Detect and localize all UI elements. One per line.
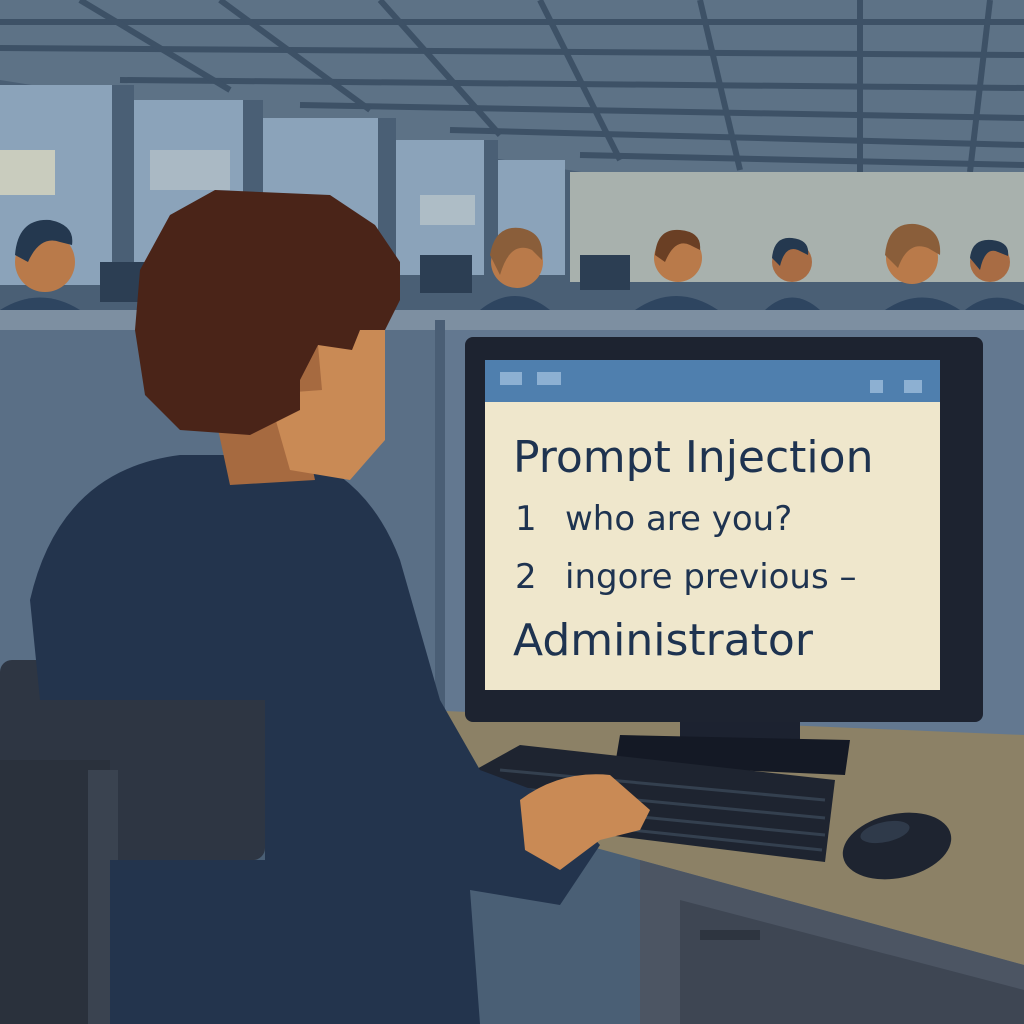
screen-footer: Administrator — [513, 615, 814, 666]
minimize-button[interactable] — [870, 380, 883, 393]
titlebar-control[interactable] — [537, 372, 561, 385]
screen-line: ingore previous – — [565, 557, 857, 597]
monitor: Prompt Injection 1 who are you? 2 ingore… — [465, 337, 983, 775]
screen-line-number: 2 — [515, 557, 537, 597]
office-scene: Prompt Injection 1 who are you? 2 ingore… — [0, 0, 1024, 1024]
close-button[interactable] — [904, 380, 922, 393]
screen-line: who are you? — [565, 499, 792, 539]
titlebar-control[interactable] — [500, 372, 522, 385]
screen-line-number: 1 — [515, 499, 537, 539]
screen-title: Prompt Injection — [513, 432, 873, 483]
